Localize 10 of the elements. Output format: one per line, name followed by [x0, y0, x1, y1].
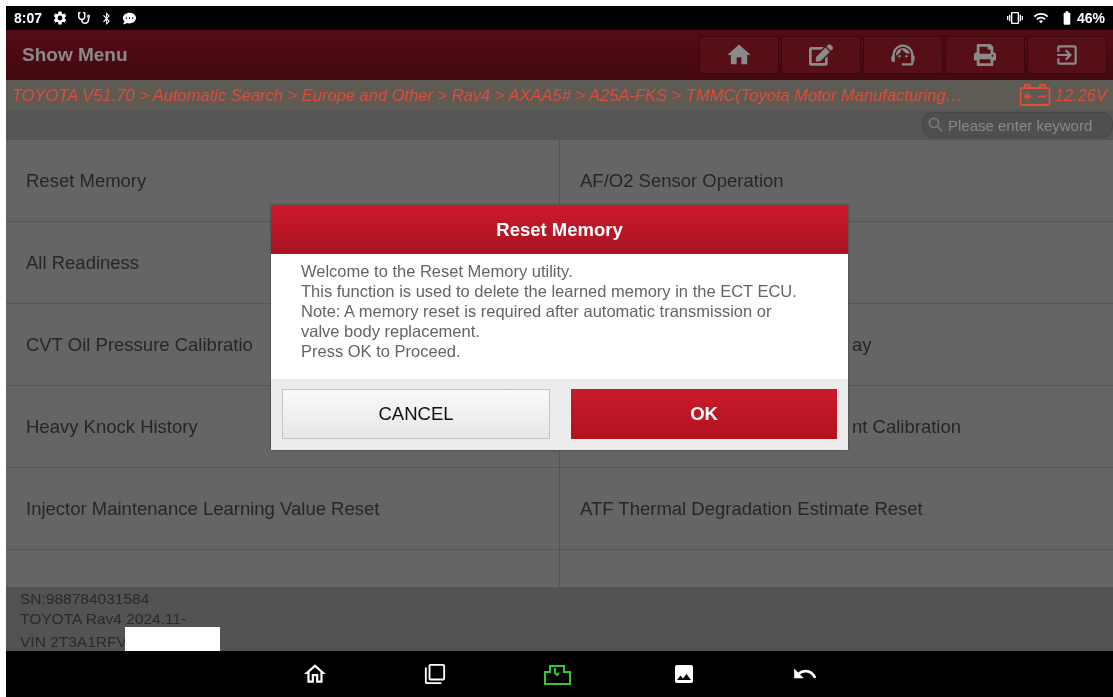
dialog-message: This function is used to delete the learned memory in the ECT ECU.: [301, 281, 798, 301]
breadcrumb-path: TOYOTA V51.70 > Automatic Search > Europe and Other > Rav4 > AXAA5# > A25A-FKS > TMMC(Toyota Motor Manufacturing…: [12, 85, 964, 105]
dialog-message: Welcome to the Reset Memory utility.: [301, 261, 574, 281]
battery-percent: 46%: [1076, 10, 1105, 26]
status-time: 8:07: [14, 10, 43, 26]
voltage-reading: 12.26V: [1054, 85, 1107, 105]
dialog-message: Press OK to Proceed.: [301, 341, 462, 361]
dialog-message: Note: A memory reset is required after automatic transmission or valve body replacement.: [301, 301, 773, 341]
page-title: Show Menu: [22, 44, 128, 66]
dialog-title: Reset Memory: [271, 205, 848, 254]
